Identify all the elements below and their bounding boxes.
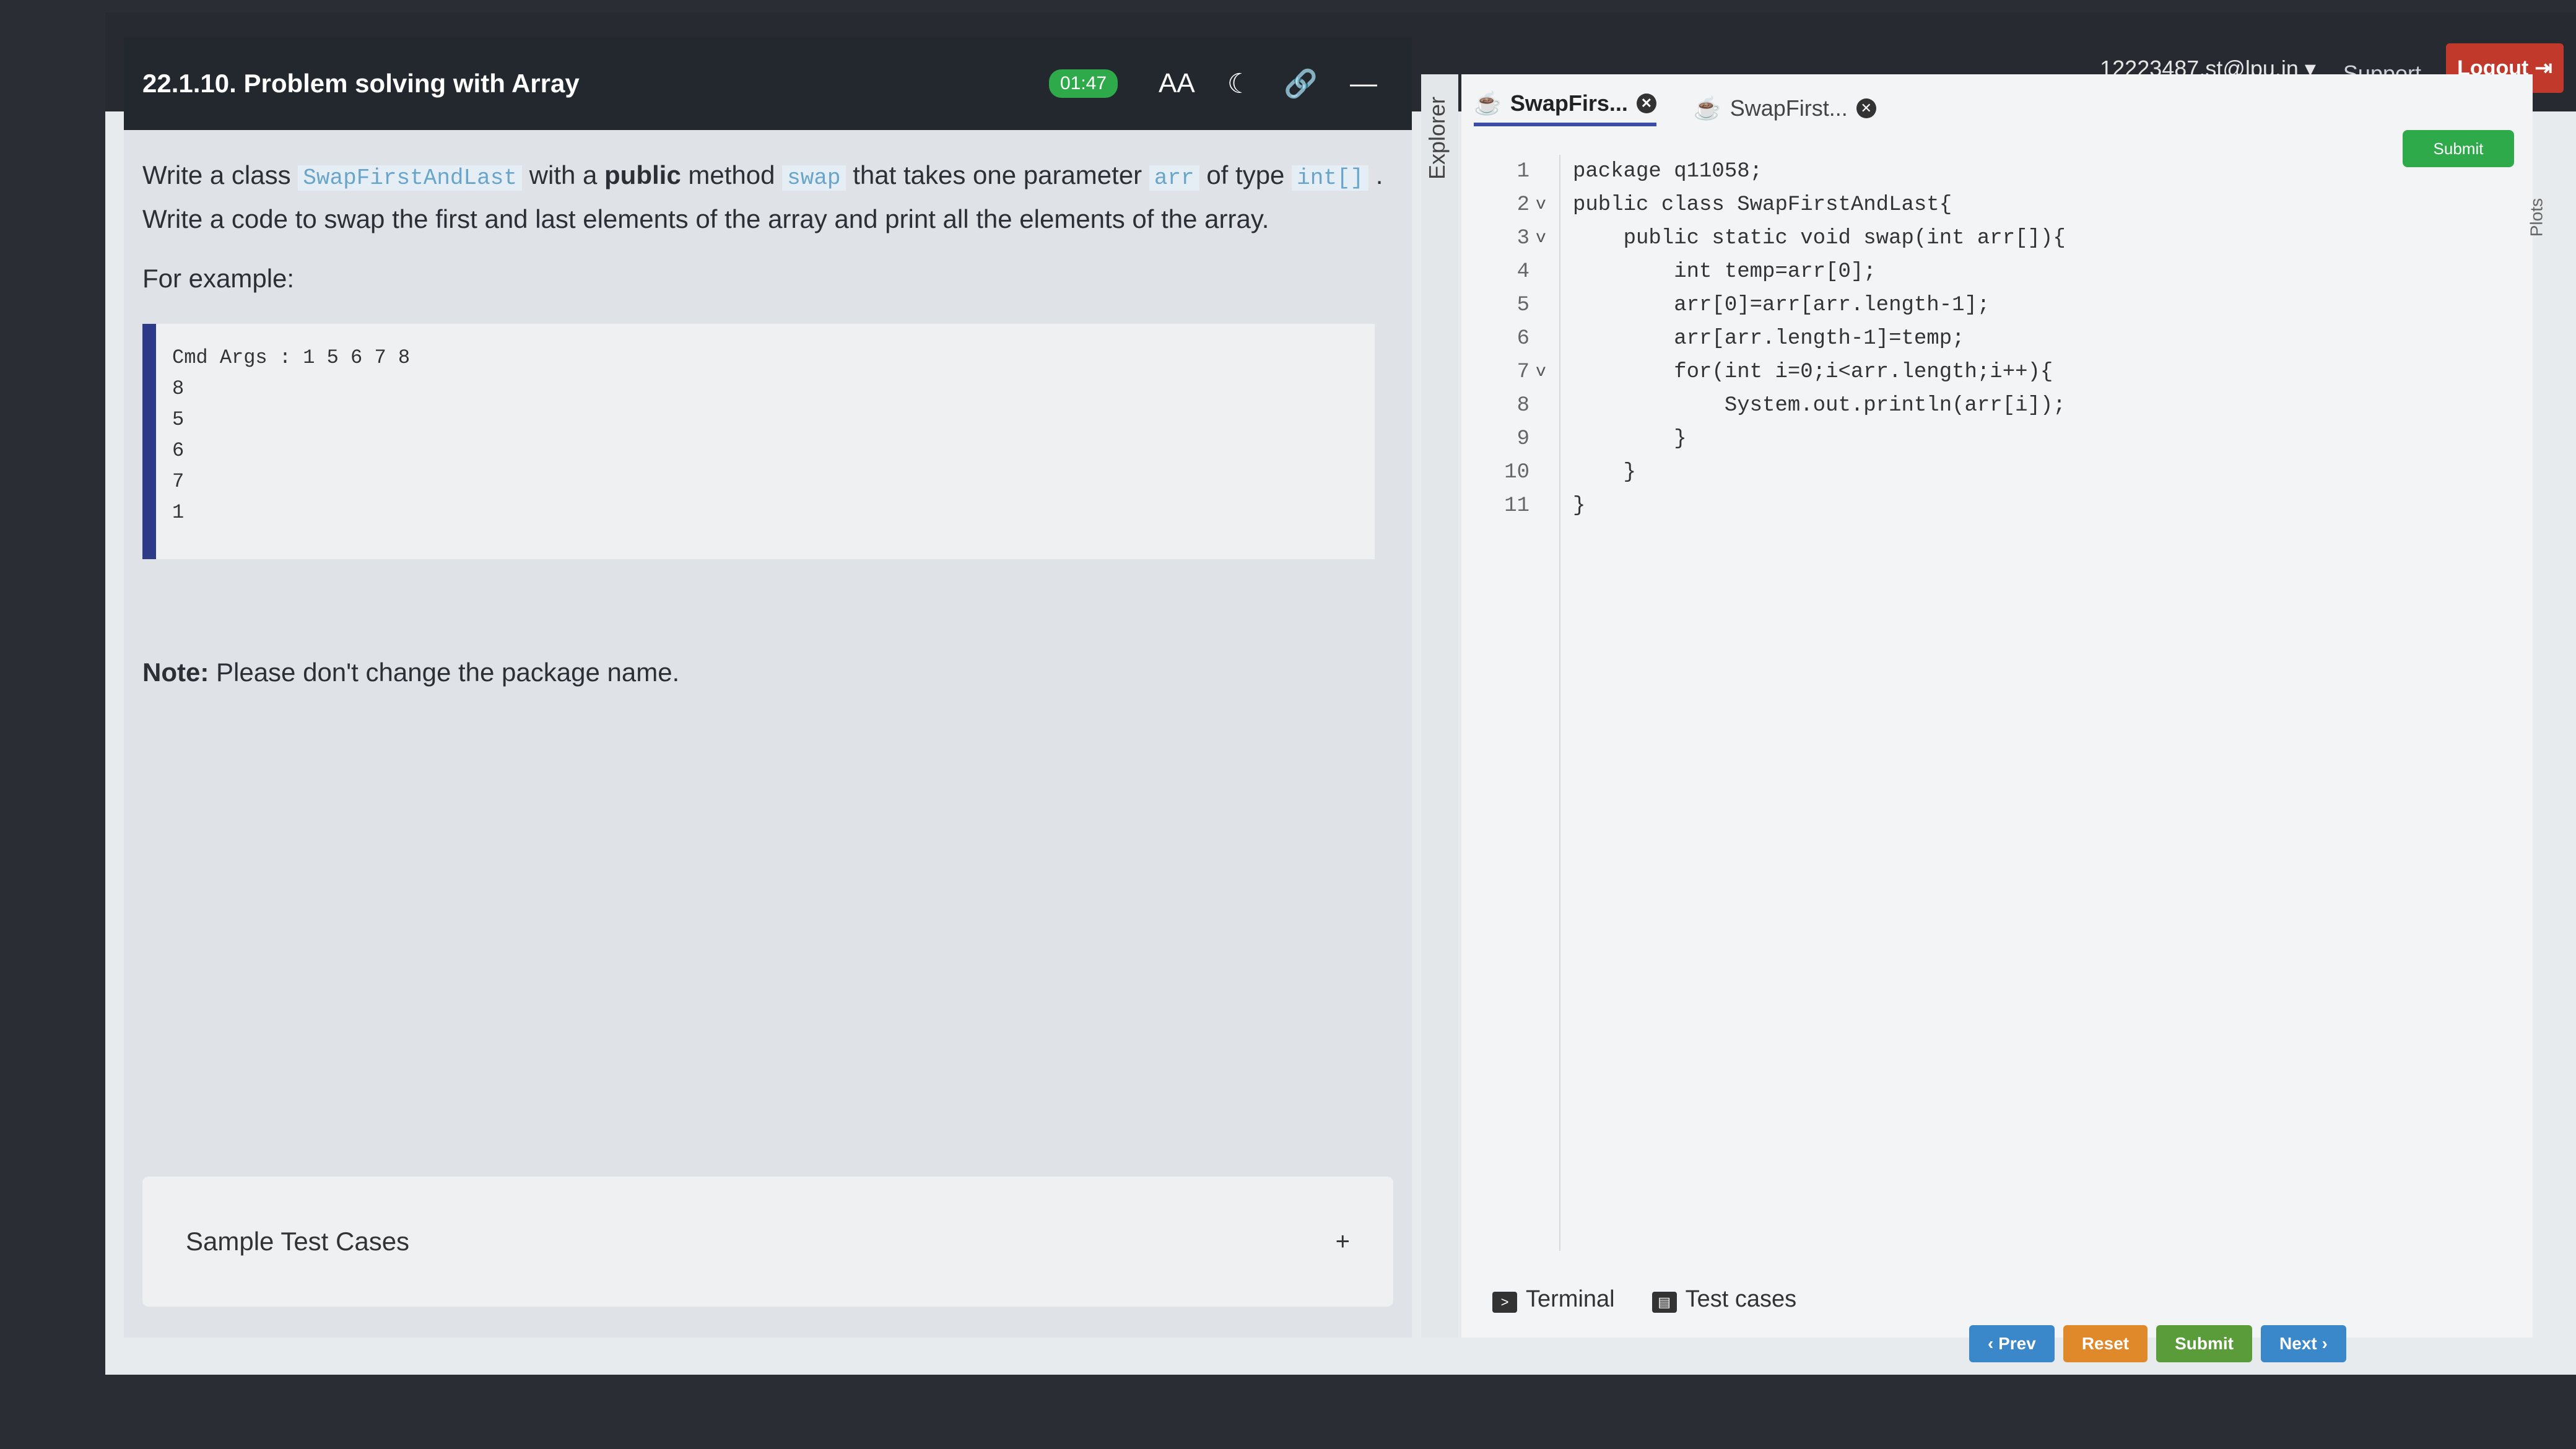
statement-bold: public: [604, 160, 681, 189]
problem-statement: Write a class SwapFirstAndLast with a pu…: [142, 155, 1393, 240]
question-panel: 22.1.10. Problem solving with Array 01:4…: [124, 37, 1412, 1338]
editor-tab[interactable]: ☕ SwapFirs... ✕: [1474, 90, 1656, 126]
close-icon[interactable]: ✕: [1636, 94, 1656, 113]
prev-button[interactable]: ‹ Prev: [1969, 1325, 2055, 1362]
tab-label: SwapFirs...: [1510, 90, 1628, 116]
example-block: Cmd Args : 1 5 6 7 8 8 5 6 7 1: [142, 324, 1375, 559]
close-icon[interactable]: ✕: [1856, 98, 1876, 118]
statement-text: method: [688, 160, 775, 189]
logout-icon: ⇥: [2535, 56, 2552, 80]
param-name-code: arr: [1149, 165, 1199, 191]
example-label: For example:: [142, 264, 295, 293]
statement-text: with a: [529, 160, 598, 189]
java-file-icon: ☕: [1474, 90, 1502, 116]
statement-text: that takes one parameter: [853, 160, 1142, 189]
next-button[interactable]: Next ›: [2260, 1325, 2346, 1362]
app-screen: 12223487.st@lpu.in ▾ Support Logout ⇥ 22…: [105, 12, 2576, 1375]
dark-mode-icon[interactable]: ☾: [1227, 68, 1251, 100]
method-name-code: swap: [782, 165, 846, 191]
tab-label: SwapFirst...: [1730, 95, 1848, 121]
expand-icon[interactable]: +: [1336, 1228, 1350, 1256]
submit-button[interactable]: Submit: [2156, 1325, 2252, 1362]
reset-button[interactable]: Reset: [2063, 1325, 2148, 1362]
terminal-icon: >: [1492, 1292, 1517, 1313]
timer-badge: 01:47: [1048, 69, 1118, 98]
table-icon: ▤: [1651, 1292, 1677, 1313]
explorer-strip: [1421, 74, 1458, 1338]
type-code: int[]: [1292, 165, 1369, 191]
fold-gutter[interactable]: v v v: [1536, 155, 1560, 1251]
code-area[interactable]: 1 2 3 4 5 6 7 8 9 10 11 v v v package q1…: [1461, 155, 2533, 1251]
bottom-panel-tabs: > Terminal ▤ Test cases: [1492, 1286, 1796, 1313]
editor-tab[interactable]: ☕ SwapFirst... ✕: [1694, 95, 1876, 121]
note-text: Please don't change the package name.: [216, 658, 680, 687]
link-icon[interactable]: 🔗: [1284, 67, 1318, 100]
editor-tabs: ☕ SwapFirs... ✕ ☕ SwapFirst... ✕: [1461, 74, 2533, 142]
navigation-buttons: ‹ Prev Reset Submit Next ›: [1969, 1325, 2346, 1362]
code-editor: ☕ SwapFirs... ✕ ☕ SwapFirst... ✕ Submit …: [1461, 74, 2546, 1338]
note: Note: Please don't change the package na…: [142, 652, 1393, 693]
code-text[interactable]: package q11058; public class SwapFirstAn…: [1560, 155, 2533, 1251]
question-title: 22.1.10. Problem solving with Array: [142, 69, 580, 98]
java-file-icon: ☕: [1693, 95, 1721, 121]
note-label: Note:: [142, 658, 209, 687]
class-name-code: SwapFirstAndLast: [298, 165, 522, 191]
sample-test-cases[interactable]: Sample Test Cases +: [142, 1177, 1393, 1307]
minimize-icon[interactable]: —: [1350, 68, 1377, 99]
statement-text: Write a class: [142, 160, 291, 189]
terminal-tab[interactable]: > Terminal: [1492, 1286, 1615, 1313]
font-size-icon[interactable]: AA: [1159, 68, 1195, 99]
line-numbers: 1 2 3 4 5 6 7 8 9 10 11: [1504, 160, 1530, 518]
statement-text: of type: [1206, 160, 1285, 189]
sample-label: Sample Test Cases: [186, 1227, 410, 1256]
explorer-toggle[interactable]: Explorer: [1424, 97, 1450, 180]
testcases-label: Test cases: [1685, 1286, 1797, 1312]
question-body: Write a class SwapFirstAndLast with a pu…: [124, 130, 1412, 718]
testcases-tab[interactable]: ▤ Test cases: [1651, 1286, 1797, 1313]
question-header: 22.1.10. Problem solving with Array 01:4…: [124, 37, 1412, 130]
terminal-label: Terminal: [1526, 1286, 1615, 1312]
